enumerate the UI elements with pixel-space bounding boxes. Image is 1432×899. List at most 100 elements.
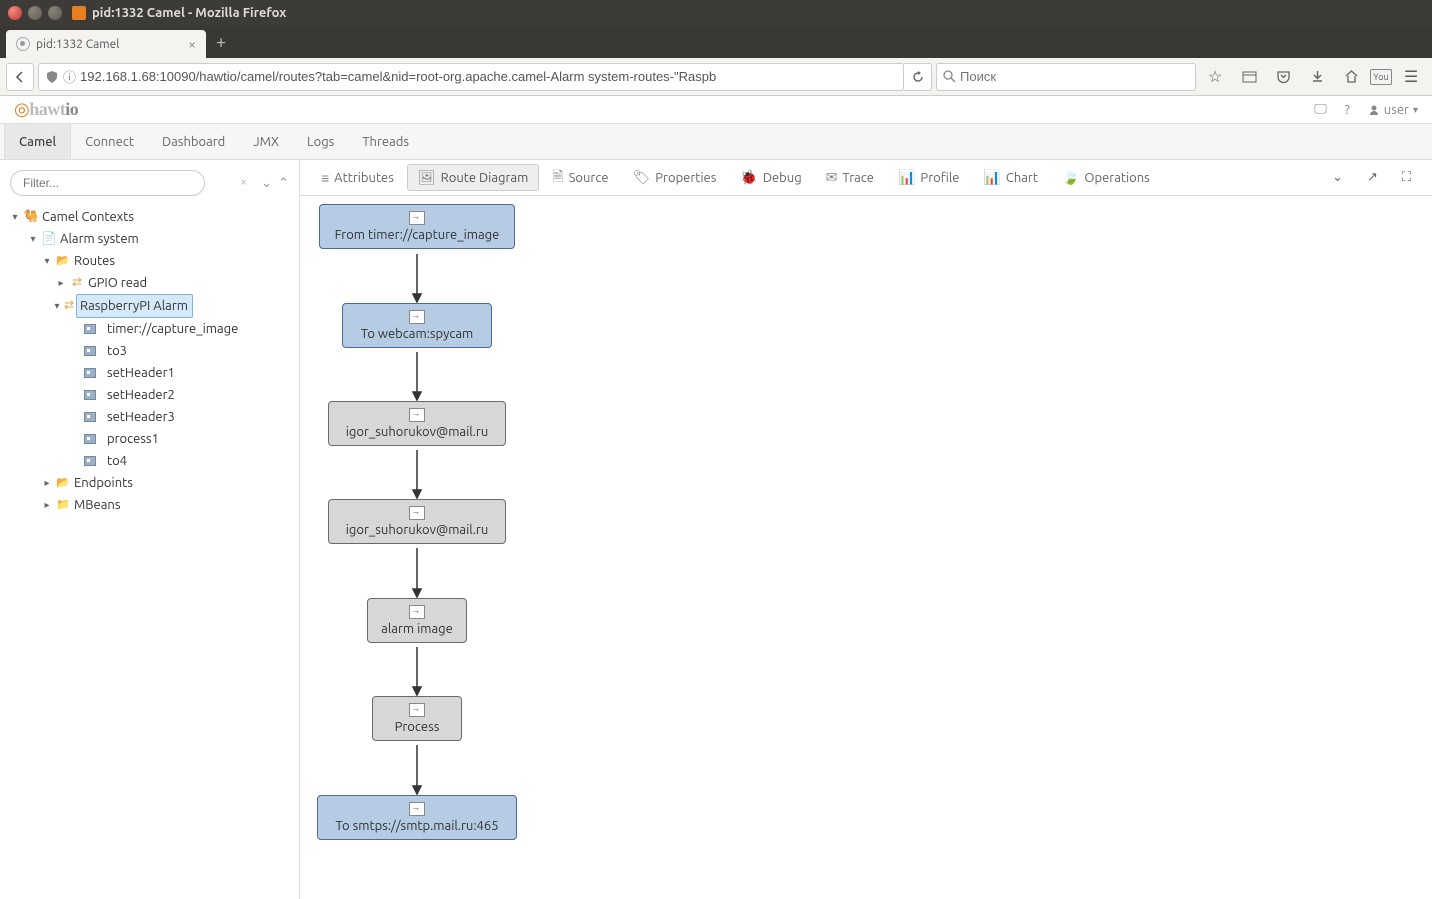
- tree: ▾ 🐫 Camel Contexts ▾ 📄 Alarm system ▾ Ro…: [10, 206, 289, 516]
- window-maximize-button[interactable]: [48, 6, 62, 20]
- tree-leaf-process1[interactable]: process1: [10, 428, 289, 450]
- caret-down-icon: ▾: [42, 250, 52, 272]
- endpoint-icon: [84, 412, 96, 422]
- back-button[interactable]: [6, 63, 34, 91]
- tab-close-button[interactable]: ×: [188, 36, 196, 52]
- window-close-button[interactable]: [8, 6, 22, 20]
- node-to-webcam[interactable]: To webcam:spycam: [342, 303, 492, 348]
- tree-route-gpio-read[interactable]: ▸ ⇄ GPIO read: [10, 272, 289, 294]
- tab-chart[interactable]: 📊Chart: [972, 164, 1049, 191]
- expand-all-button[interactable]: ⌄: [261, 176, 272, 191]
- main-area: × ⌄ ⌃ ▾ 🐫 Camel Contexts ▾ 📄 Alarm syste…: [0, 160, 1432, 899]
- image-icon: 🖼: [418, 169, 436, 186]
- endpoint-icon: [409, 802, 425, 816]
- nav-jmx[interactable]: JMX: [239, 124, 293, 159]
- leaf-icon: 🍃: [1062, 169, 1079, 186]
- caret-down-icon: ▾: [28, 228, 38, 250]
- tab-attributes[interactable]: ≡Attributes: [310, 165, 405, 191]
- tree-routes[interactable]: ▾ Routes: [10, 250, 289, 272]
- browser-tab-active[interactable]: pid:1332 Camel ×: [6, 30, 206, 58]
- tab-source[interactable]: 🗎Source: [541, 161, 619, 195]
- caret-right-icon: ▸: [56, 272, 66, 294]
- downloads-button[interactable]: [1302, 62, 1332, 92]
- tree-leaf-to4[interactable]: to4: [10, 450, 289, 472]
- bug-icon: 🐞: [740, 169, 757, 186]
- dropdown-button[interactable]: ⌄: [1321, 165, 1354, 190]
- node-setheader-email1[interactable]: igor_suhorukov@mail.ru: [328, 401, 506, 446]
- endpoint-icon: [84, 456, 96, 466]
- library-button[interactable]: [1234, 62, 1264, 92]
- caret-down-icon[interactable]: ▾: [52, 295, 62, 317]
- bar-chart-icon: 📊: [898, 169, 915, 186]
- help-icon[interactable]: ?: [1345, 103, 1350, 117]
- monitor-icon[interactable]: 🖵: [1314, 102, 1327, 117]
- filter-input[interactable]: [10, 170, 205, 196]
- endpoint-icon: [409, 408, 425, 422]
- url-bar[interactable]: ⓘ: [38, 63, 904, 91]
- youtube-icon[interactable]: You: [1370, 69, 1392, 85]
- nav-logs[interactable]: Logs: [293, 124, 348, 159]
- firefox-icon: [72, 6, 86, 20]
- node-process[interactable]: Process: [372, 696, 462, 741]
- tab-debug[interactable]: 🐞Debug: [729, 164, 812, 191]
- nav-camel[interactable]: Camel: [4, 124, 71, 159]
- reload-icon: [911, 70, 925, 84]
- nav-dashboard[interactable]: Dashboard: [148, 124, 239, 159]
- tree-leaf-setheader3[interactable]: setHeader3: [10, 406, 289, 428]
- tree-leaf-setheader2[interactable]: setHeader2: [10, 384, 289, 406]
- collapse-all-button[interactable]: ⌃: [278, 176, 289, 191]
- caret-down-icon: ▾: [10, 206, 20, 228]
- node-from-timer[interactable]: From timer://capture_image: [319, 204, 515, 249]
- info-icon: ⓘ: [63, 67, 76, 86]
- tab-title: pid:1332 Camel: [36, 38, 119, 51]
- tree-route-raspberrypi-alarm[interactable]: RaspberryPI Alarm: [76, 294, 193, 318]
- tab-trace[interactable]: ✉Trace: [815, 164, 885, 191]
- tree-leaf-to3[interactable]: to3: [10, 340, 289, 362]
- route-diagram[interactable]: From timer://capture_image To webcam:spy…: [300, 196, 1432, 899]
- search-input[interactable]: [960, 69, 1189, 84]
- hawtio-header: ◎hawtio 🖵 ? user ▾: [0, 96, 1432, 124]
- node-alarm-image[interactable]: alarm image: [367, 598, 467, 643]
- tab-route-diagram[interactable]: 🖼Route Diagram: [407, 164, 539, 191]
- shield-icon: [45, 70, 59, 84]
- route-icon: ⇄: [62, 299, 76, 313]
- browser-tab-strip: pid:1332 Camel × +: [0, 26, 1432, 58]
- home-button[interactable]: [1336, 62, 1366, 92]
- fullscreen-button[interactable]: ⛶: [1391, 165, 1422, 190]
- tree-mbeans[interactable]: ▸ MBeans: [10, 494, 289, 516]
- sidebar: × ⌄ ⌃ ▾ 🐫 Camel Contexts ▾ 📄 Alarm syste…: [0, 160, 300, 899]
- camel-icon: 🐫: [24, 210, 38, 224]
- filter-clear-button[interactable]: ×: [240, 175, 247, 189]
- window-minimize-button[interactable]: [28, 6, 42, 20]
- new-tab-button[interactable]: +: [206, 32, 236, 52]
- arrow-left-icon: [13, 70, 27, 84]
- bookmark-star-button[interactable]: ☆: [1200, 62, 1230, 92]
- tree-leaf-setheader1[interactable]: setHeader1: [10, 362, 289, 384]
- tree-route-raspberrypi-alarm-wrap: ▾ ⇄ RaspberryPI Alarm: [10, 294, 289, 318]
- tab-properties[interactable]: 🏷Properties: [622, 164, 728, 191]
- endpoint-icon: [84, 390, 96, 400]
- search-bar[interactable]: [936, 63, 1196, 91]
- tree-root-camel-contexts[interactable]: ▾ 🐫 Camel Contexts: [10, 206, 289, 228]
- diagram-connectors: [300, 196, 1400, 899]
- node-to-smtps[interactable]: To smtps://smtp.mail.ru:465: [317, 795, 517, 840]
- url-input[interactable]: [80, 69, 897, 84]
- tab-profile[interactable]: 📊Profile: [887, 164, 970, 191]
- nav-connect[interactable]: Connect: [71, 124, 148, 159]
- reload-button[interactable]: [904, 63, 932, 91]
- nav-threads[interactable]: Threads: [348, 124, 423, 159]
- tree-endpoints[interactable]: ▸ Endpoints: [10, 472, 289, 494]
- pocket-button[interactable]: [1268, 62, 1298, 92]
- folder-open-icon: [56, 254, 70, 268]
- folder-open-icon: [56, 476, 70, 490]
- tree-leaf-timer[interactable]: timer://capture_image: [10, 318, 289, 340]
- user-menu[interactable]: user ▾: [1368, 103, 1418, 117]
- file-icon: 🗎: [552, 166, 563, 190]
- endpoint-icon: [409, 605, 425, 619]
- route-icon: ⇄: [70, 276, 84, 290]
- hamburger-menu-button[interactable]: ☰: [1396, 62, 1426, 92]
- node-setheader-email2[interactable]: igor_suhorukov@mail.ru: [328, 499, 506, 544]
- tab-operations[interactable]: 🍃Operations: [1051, 164, 1161, 191]
- tree-context-alarm-system[interactable]: ▾ 📄 Alarm system: [10, 228, 289, 250]
- detach-button[interactable]: ↗: [1356, 165, 1389, 190]
